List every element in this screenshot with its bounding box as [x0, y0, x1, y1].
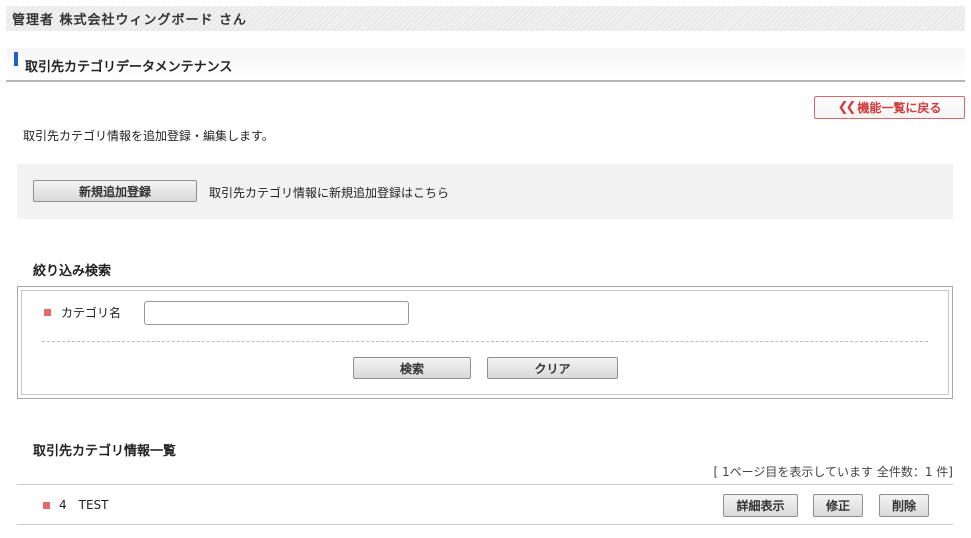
page-title: 取引先カテゴリデータメンテナンス [25, 60, 233, 75]
search-box: カテゴリ名 検索 クリア [17, 286, 953, 399]
page-description: 取引先カテゴリ情報を追加登録・編集します。 [23, 129, 274, 143]
category-field-row: カテゴリ名 [44, 304, 121, 321]
back-to-menu-button[interactable]: ❮❮ 機能一覧に戻る [814, 96, 965, 119]
page-header: 取引先カテゴリデータメンテナンス [6, 48, 965, 82]
bullet-icon [43, 501, 50, 509]
search-section-title: 絞り込み検索 [33, 264, 112, 279]
list-item-name: TEST [78, 498, 109, 512]
search-divider [42, 341, 928, 342]
list-item: 4 TEST 詳細表示 修正 削除 [17, 484, 953, 525]
detail-button[interactable]: 詳細表示 [723, 494, 798, 517]
list-item-main: 4 TEST [43, 498, 109, 512]
top-banner: 管理者 株式会社ウィングボード さん [6, 6, 965, 31]
list-item-id: 4 [59, 498, 67, 512]
category-name-input[interactable] [144, 301, 409, 325]
search-box-inner: カテゴリ名 検索 クリア [21, 290, 949, 395]
category-name-label: カテゴリ名 [61, 306, 122, 320]
edit-button[interactable]: 修正 [813, 494, 863, 517]
delete-button[interactable]: 削除 [879, 494, 929, 517]
new-entry-button[interactable]: 新規追加登録 [33, 180, 197, 202]
title-accent-bar [14, 52, 18, 66]
back-to-menu-label: 機能一覧に戻る [857, 101, 942, 115]
new-entry-hint: 取引先カテゴリ情報に新規追加登録はこちら [209, 186, 450, 200]
page-info: [ 1ページ目を表示しています 全件数：1 件] [713, 465, 953, 479]
search-button[interactable]: 検索 [353, 357, 471, 379]
clear-button[interactable]: クリア [487, 357, 618, 379]
double-chevron-left-icon: ❮❮ [837, 100, 857, 115]
bullet-icon [44, 309, 51, 316]
user-greeting: 管理者 株式会社ウィングボード さん [12, 13, 248, 28]
list-section-title: 取引先カテゴリ情報一覧 [33, 444, 177, 459]
new-entry-panel: 新規追加登録 取引先カテゴリ情報に新規追加登録はこちら [17, 164, 953, 219]
